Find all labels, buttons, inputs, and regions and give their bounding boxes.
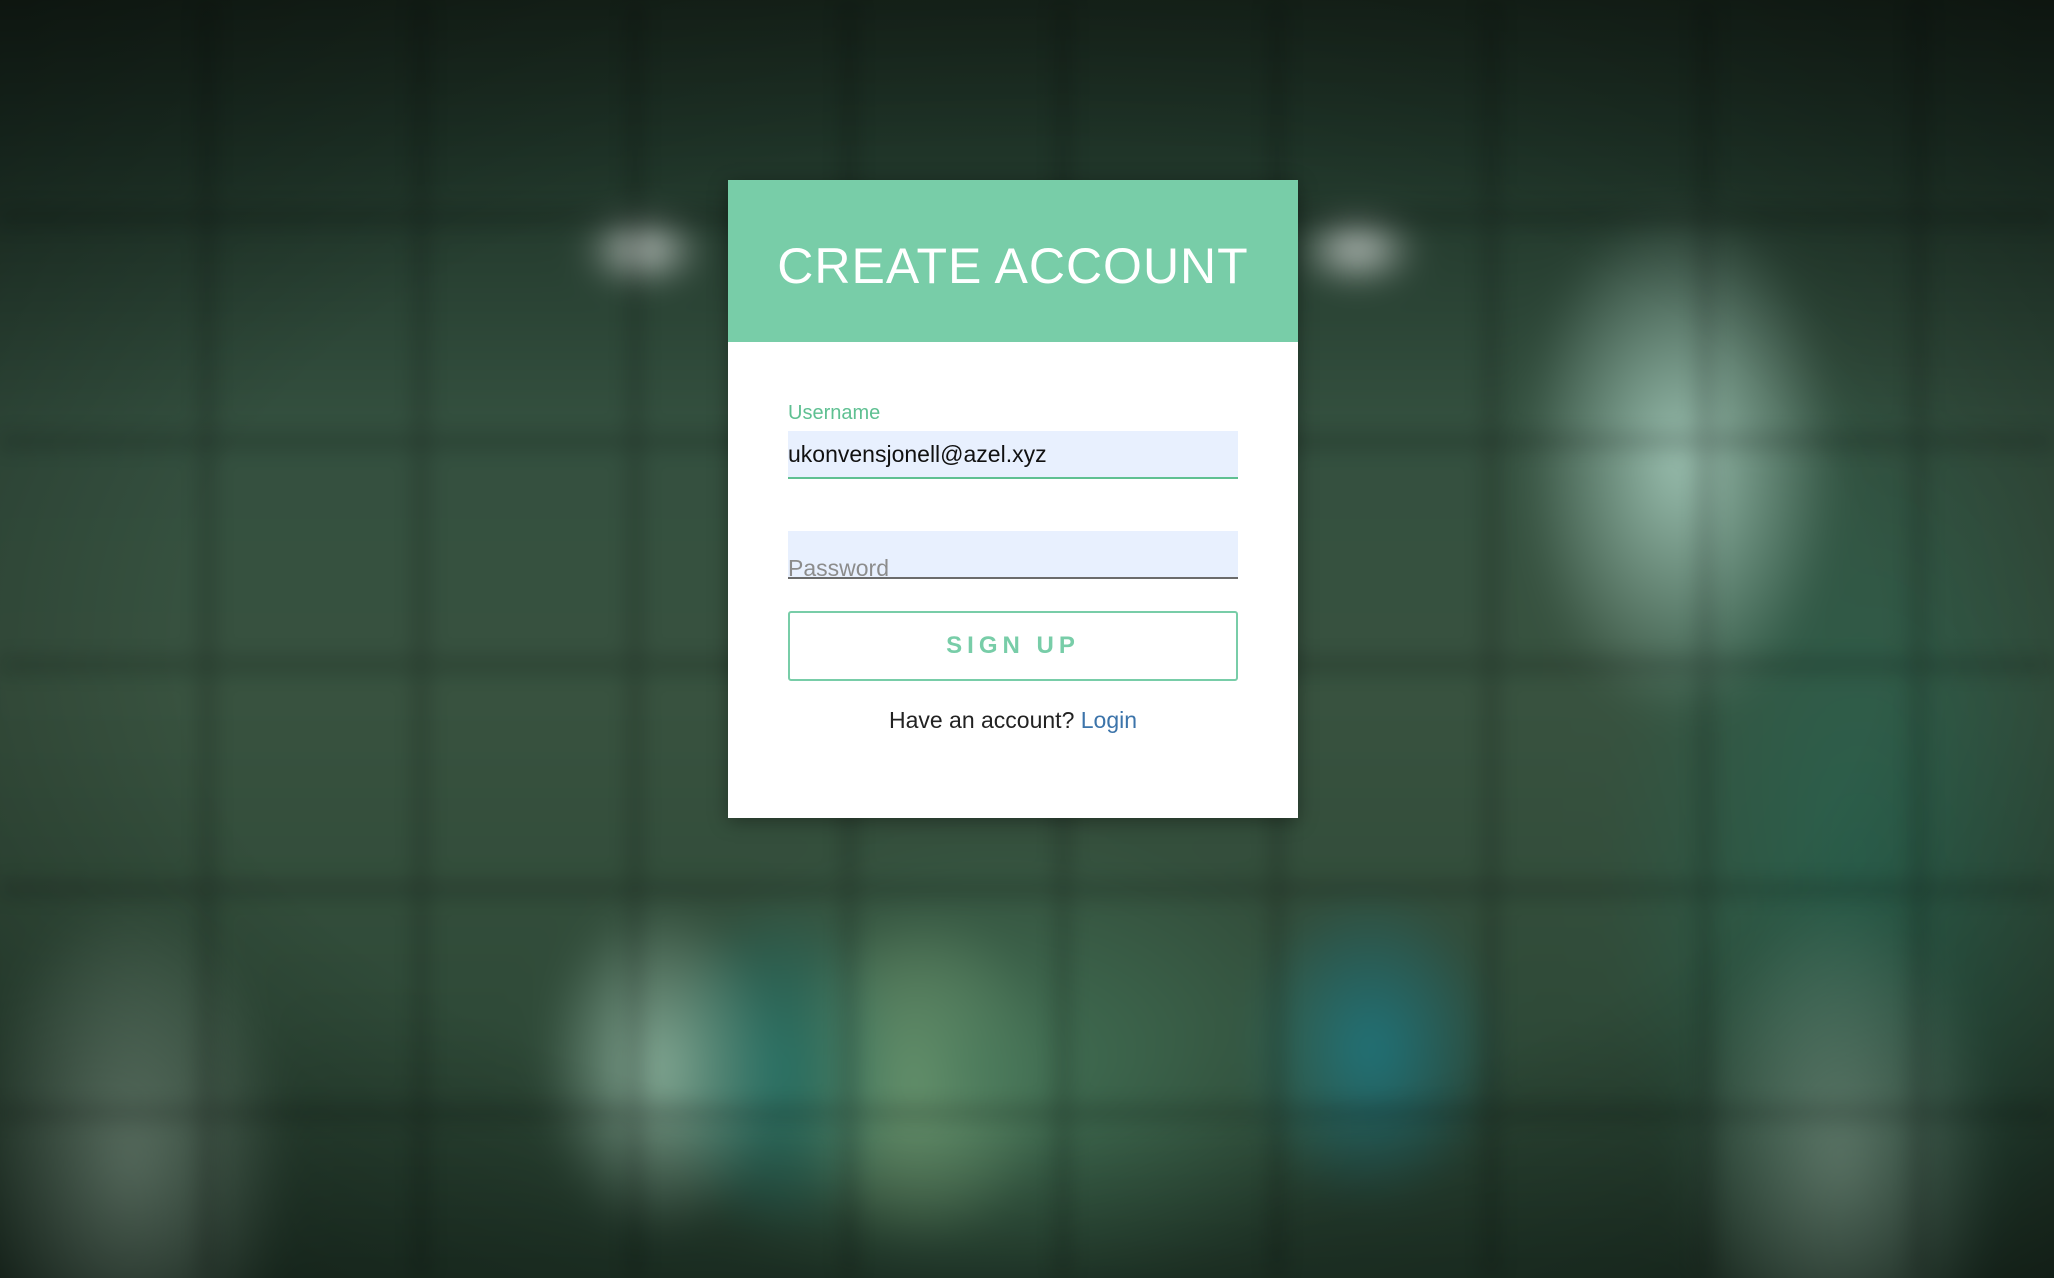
signup-form: Username SIGN UP Have an account? Login bbox=[728, 342, 1298, 734]
password-field[interactable] bbox=[788, 531, 1238, 591]
signup-button[interactable]: SIGN UP bbox=[788, 611, 1238, 681]
password-field-wrapper bbox=[788, 531, 1238, 591]
page-title: CREATE ACCOUNT bbox=[777, 238, 1249, 294]
login-prompt: Have an account? Login bbox=[788, 707, 1238, 734]
login-link[interactable]: Login bbox=[1081, 707, 1137, 733]
signup-card: CREATE ACCOUNT Username SIGN UP Have an … bbox=[728, 180, 1298, 818]
username-label: Username bbox=[788, 402, 881, 424]
login-prompt-text: Have an account? bbox=[888, 707, 1075, 733]
card-header: CREATE ACCOUNT bbox=[728, 180, 1298, 342]
username-field[interactable] bbox=[788, 431, 1238, 477]
username-field-wrapper bbox=[788, 431, 1238, 479]
